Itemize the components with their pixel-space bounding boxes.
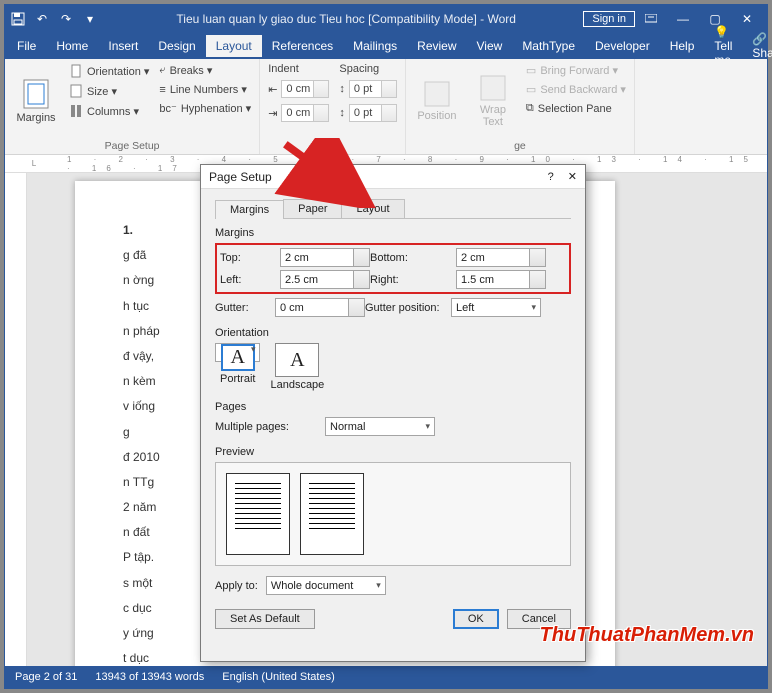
margin-bottom-spinner[interactable]: 2 cm <box>456 248 546 267</box>
tab-mailings[interactable]: Mailings <box>343 35 407 57</box>
lbl-left: Left: <box>220 274 280 286</box>
spacing-label: Spacing <box>339 63 397 75</box>
tab-home[interactable]: Home <box>46 35 98 57</box>
position-dropdown: Position <box>414 63 460 138</box>
sendbackward: ▭Send Backward ▾ <box>526 82 626 97</box>
indent-right-icon: ⇥ <box>268 107 277 120</box>
applyto-select[interactable]: Whole document <box>266 576 386 595</box>
statusbar: Page 2 of 31 13943 of 13943 words Englis… <box>5 666 767 688</box>
titlebar: ↶ ↷ ▾ Tieu luan quan ly giao duc Tieu ho… <box>5 5 767 33</box>
ribbon-tabs: File Home Insert Design Layout Reference… <box>5 33 767 59</box>
space-before-icon: ↕ <box>339 83 345 95</box>
signin-button[interactable]: Sign in <box>583 11 635 27</box>
margins-section-label: Margins <box>215 227 571 239</box>
tab-insert[interactable]: Insert <box>98 35 148 57</box>
size-dropdown[interactable]: Size ▾ <box>69 83 149 99</box>
tab-developer[interactable]: Developer <box>585 35 660 57</box>
preview-box <box>215 462 571 566</box>
tab-layout[interactable]: Layout <box>206 35 262 57</box>
linenumbers-dropdown[interactable]: ≡Line Numbers ▾ <box>159 82 251 97</box>
tab-view[interactable]: View <box>467 35 513 57</box>
tab-design[interactable]: Design <box>148 35 205 57</box>
orientation-section-label: Orientation <box>215 327 571 339</box>
tab-file[interactable]: File <box>7 35 46 57</box>
set-as-default-button[interactable]: Set As Default <box>215 609 315 629</box>
lbl-right: Right: <box>370 274 456 286</box>
space-after-spinner[interactable]: 0 pt <box>349 104 397 122</box>
ribbon: Margins Orientation ▾ Size ▾ Columns ▾ ⤶… <box>5 59 767 155</box>
group-pagesetup: Page Setup <box>13 138 251 152</box>
columns-dropdown[interactable]: Columns ▾ <box>69 103 149 119</box>
multiple-pages-select[interactable]: Normal <box>325 417 435 436</box>
indent-label: Indent <box>268 63 329 75</box>
orientation-landscape[interactable]: A Landscape <box>270 343 324 391</box>
dialog-help-icon[interactable]: ? <box>548 171 554 183</box>
page-setup-dialog: Page Setup ? ✕ Margins Paper Layout Marg… <box>200 164 586 662</box>
redo-icon[interactable]: ↷ <box>57 10 75 28</box>
gutterpos-select[interactable]: Left <box>451 298 541 317</box>
breaks-dropdown[interactable]: ⤶Breaks ▾ <box>159 63 251 78</box>
selectionpane[interactable]: ⧉Selection Pane <box>526 101 626 116</box>
dlg-tab-layout[interactable]: Layout <box>341 199 404 218</box>
lbl-gutter: Gutter: <box>215 302 275 314</box>
lbl-multiple: Multiple pages: <box>215 421 315 433</box>
pages-section-label: Pages <box>215 401 571 413</box>
margin-top-spinner[interactable]: 2 cm <box>280 248 370 267</box>
undo-icon[interactable]: ↶ <box>33 10 51 28</box>
dlg-tab-margins[interactable]: Margins <box>215 200 284 219</box>
margin-left-spinner[interactable]: 2.5 cm <box>280 270 370 289</box>
lbl-bottom: Bottom: <box>370 252 456 264</box>
qat-more-icon[interactable]: ▾ <box>81 10 99 28</box>
lbl-applyto: Apply to: <box>215 580 258 592</box>
orientation-portrait[interactable]: A Portrait <box>215 343 260 362</box>
window-title: Tieu luan quan ly giao duc Tieu hoc [Com… <box>109 12 583 26</box>
hyphenation-dropdown[interactable]: bc⁻Hyphenation ▾ <box>159 101 251 116</box>
watermark: ThuThuatPhanMem.vn <box>540 624 754 647</box>
indent-right-spinner[interactable]: 0 cm <box>281 104 329 122</box>
margins-dropdown[interactable]: Margins <box>13 63 59 138</box>
orientation-dropdown[interactable]: Orientation ▾ <box>69 63 149 79</box>
status-page[interactable]: Page 2 of 31 <box>15 671 77 683</box>
save-icon[interactable] <box>9 10 27 28</box>
ribbon-options-icon[interactable] <box>635 9 667 29</box>
dialog-title: Page Setup <box>209 170 548 184</box>
minimize-icon[interactable]: ― <box>667 9 699 29</box>
bringforward: ▭Bring Forward ▾ <box>526 63 626 78</box>
vertical-ruler[interactable] <box>5 173 27 666</box>
indent-left-icon: ⇤ <box>268 83 277 96</box>
gutter-spinner[interactable]: 0 cm <box>275 298 365 317</box>
lbl-top: Top: <box>220 252 280 264</box>
wraptext-dropdown: Wrap Text <box>470 63 516 138</box>
tab-references[interactable]: References <box>262 35 343 57</box>
ok-button[interactable]: OK <box>453 609 499 629</box>
status-words[interactable]: 13943 of 13943 words <box>95 671 204 683</box>
lbl-gutterpos: Gutter position: <box>365 302 451 314</box>
tab-mathtype[interactable]: MathType <box>512 35 585 57</box>
preview-section-label: Preview <box>215 446 571 458</box>
dialog-close-icon[interactable]: ✕ <box>568 170 577 183</box>
indent-left-spinner[interactable]: 0 cm <box>281 80 329 98</box>
status-lang[interactable]: English (United States) <box>222 671 335 683</box>
margin-right-spinner[interactable]: 1.5 cm <box>456 270 546 289</box>
tab-help[interactable]: Help <box>660 35 705 57</box>
space-before-spinner[interactable]: 0 pt <box>349 80 397 98</box>
dlg-tab-paper[interactable]: Paper <box>283 199 342 218</box>
tab-review[interactable]: Review <box>407 35 466 57</box>
space-after-icon: ↕ <box>339 107 345 119</box>
